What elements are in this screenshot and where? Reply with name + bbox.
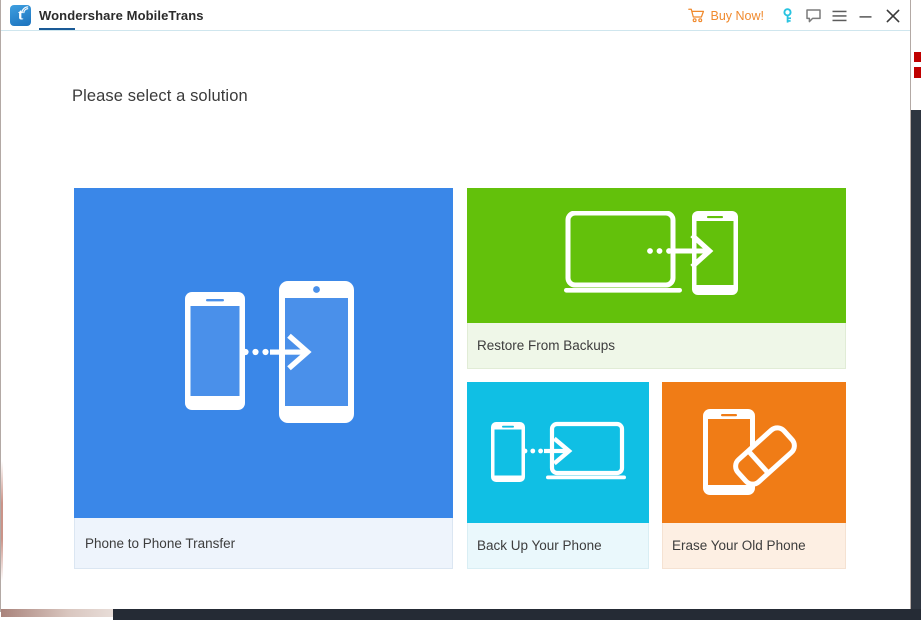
desktop-right-dark-gutter: [911, 110, 921, 620]
background-window-marker-notch: [914, 62, 921, 67]
title-bar-controls: Buy Now!: [678, 0, 911, 31]
close-icon: [886, 9, 900, 23]
app-title: Wondershare MobileTrans: [39, 8, 204, 23]
title-bar: t Wondershare MobileTrans Buy Now!: [1, 0, 910, 31]
minimize-icon: [859, 10, 872, 22]
desktop-taskbar: [113, 609, 921, 620]
main-content: Please select a solution: [1, 31, 910, 611]
speech-bubble-icon: [806, 9, 821, 23]
wondershare-logo-icon: t: [10, 5, 31, 26]
laptop-to-phone-arrow-icon: [564, 211, 749, 301]
feedback-button[interactable]: [800, 0, 826, 31]
key-button[interactable]: [774, 0, 800, 31]
phone-to-laptop-arrow-icon: [490, 420, 626, 486]
shopping-cart-icon: [688, 8, 705, 23]
window-edge-tint: [1, 461, 3, 581]
card-phone-to-phone-transfer[interactable]: Phone to Phone Transfer: [74, 188, 453, 569]
card-back-up-your-phone[interactable]: Back Up Your Phone: [467, 382, 649, 569]
logo-wifi-arc: [21, 6, 30, 14]
card-erase-your-old-phone[interactable]: Erase Your Old Phone: [662, 382, 846, 569]
minimize-button[interactable]: [852, 0, 878, 31]
phone-to-phone-arrow-icon: [164, 281, 364, 426]
key-icon: [781, 8, 794, 24]
card-artwork: [467, 188, 846, 323]
buy-now-label: Buy Now!: [711, 9, 765, 23]
menu-button[interactable]: [826, 0, 852, 31]
card-label: Restore From Backups: [467, 323, 846, 369]
card-artwork: [74, 188, 453, 518]
card-artwork: [662, 382, 846, 523]
card-artwork: [467, 382, 649, 523]
application-window: t Wondershare MobileTrans Buy Now!: [0, 0, 911, 612]
card-label: Erase Your Old Phone: [662, 523, 846, 569]
card-label: Back Up Your Phone: [467, 523, 649, 569]
desktop-bottom-strip: [1, 609, 113, 617]
hamburger-menu-icon: [832, 10, 847, 22]
card-label: Phone to Phone Transfer: [74, 518, 453, 569]
buy-now-button[interactable]: Buy Now!: [678, 0, 775, 31]
close-button[interactable]: [878, 0, 908, 31]
page-title: Please select a solution: [72, 87, 248, 106]
card-restore-from-backups[interactable]: Restore From Backups: [467, 188, 846, 369]
background-window-marker: [914, 52, 921, 78]
phone-eraser-icon: [701, 407, 807, 499]
